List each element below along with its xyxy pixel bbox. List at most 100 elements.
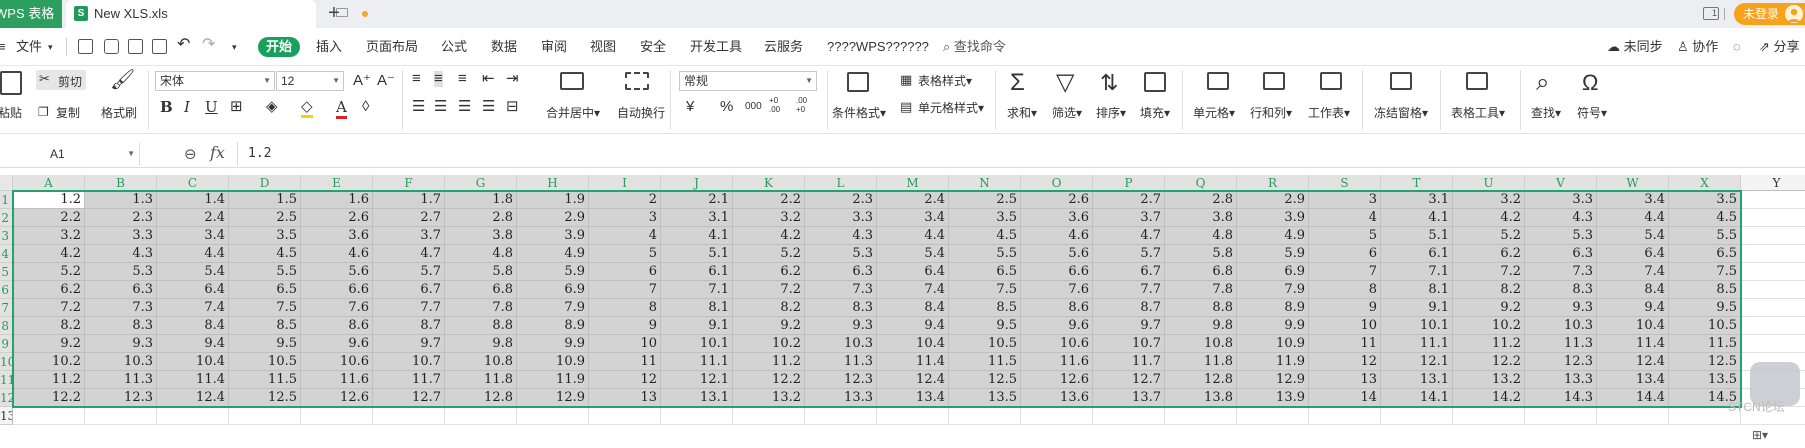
save-icon[interactable] [78, 39, 93, 54]
table-cell[interactable]: 6.7 [373, 281, 445, 299]
table-cell[interactable]: 6.5 [1669, 245, 1741, 263]
fill-pattern-icon[interactable]: ◈ [266, 99, 278, 115]
table-cell[interactable]: 10.2 [1453, 317, 1525, 335]
table-cell[interactable]: 7.1 [1381, 263, 1453, 281]
table-cell[interactable]: 5.3 [85, 263, 157, 281]
tab-home[interactable]: 开始 [258, 37, 301, 57]
table-cell[interactable]: 3.3 [85, 227, 157, 245]
increase-decimal-icon[interactable]: +0 .00 [769, 96, 791, 114]
row-header[interactable]: 5 [0, 263, 13, 281]
table-cell[interactable]: 3.3 [1525, 191, 1597, 209]
row-header[interactable]: 9 [0, 335, 13, 353]
table-cell[interactable]: 2.9 [517, 209, 589, 227]
table-style-button[interactable]: 表格样式▾ [918, 72, 972, 89]
column-header[interactable]: F [373, 175, 445, 191]
table-cell[interactable]: 7.9 [1237, 281, 1309, 299]
table-cell[interactable]: 8.1 [1381, 281, 1453, 299]
filter-icon[interactable]: ▽ [1056, 70, 1074, 96]
table-tools-button[interactable]: 表格工具▾ [1451, 104, 1505, 121]
table-cell[interactable]: 9.6 [301, 335, 373, 353]
table-cell[interactable]: 9.4 [877, 317, 949, 335]
sort-button[interactable]: 排序▾ [1096, 104, 1126, 121]
empty-cell[interactable] [157, 407, 229, 425]
table-cell[interactable]: 7.3 [85, 299, 157, 317]
symbol-icon[interactable]: Ω [1582, 70, 1598, 96]
zoom-icon[interactable]: ⊖ [184, 145, 197, 163]
table-cell[interactable]: 5.3 [805, 245, 877, 263]
table-cell[interactable]: 1.6 [301, 191, 373, 209]
table-cell[interactable]: 12.9 [1237, 371, 1309, 389]
table-cell[interactable]: 11.3 [1525, 335, 1597, 353]
column-header[interactable]: C [157, 175, 229, 191]
table-cell[interactable]: 2.2 [733, 191, 805, 209]
bold-icon[interactable]: B [160, 99, 173, 115]
conditional-format-icon[interactable] [847, 72, 869, 92]
table-cell[interactable]: 5.1 [661, 245, 733, 263]
table-cell[interactable]: 5.4 [877, 245, 949, 263]
table-cell[interactable]: 7.9 [517, 299, 589, 317]
align-left-icon[interactable]: ☰ [412, 99, 425, 115]
column-header[interactable]: H [517, 175, 589, 191]
empty-cell[interactable] [445, 407, 517, 425]
table-cell[interactable]: 11 [589, 353, 661, 371]
column-header[interactable]: T [1381, 175, 1453, 191]
empty-cell[interactable] [1093, 407, 1165, 425]
table-cell[interactable]: 13.7 [1093, 389, 1165, 407]
row-col-button[interactable]: 行和列▾ [1250, 104, 1292, 121]
table-cell[interactable]: 11.6 [1021, 353, 1093, 371]
table-cell[interactable]: 2.1 [661, 191, 733, 209]
table-cell[interactable]: 13.3 [1525, 371, 1597, 389]
table-cell[interactable]: 9 [1309, 299, 1381, 317]
table-cell[interactable]: 8.9 [1237, 299, 1309, 317]
table-cell[interactable]: 5.5 [229, 263, 301, 281]
table-cell[interactable]: 5.8 [445, 263, 517, 281]
row-col-icon[interactable] [1263, 72, 1285, 90]
table-cell[interactable]: 4.3 [85, 245, 157, 263]
table-cell[interactable]: 8.3 [1525, 281, 1597, 299]
sum-button[interactable]: 求和▾ [1007, 104, 1037, 121]
table-cell[interactable]: 2.6 [1021, 191, 1093, 209]
table-cell[interactable]: 9.9 [517, 335, 589, 353]
underline-icon[interactable]: U [205, 99, 218, 115]
column-header[interactable]: N [949, 175, 1021, 191]
table-cell[interactable]: 5.6 [301, 263, 373, 281]
table-cell[interactable]: 6.2 [13, 281, 85, 299]
table-cell[interactable]: 3.1 [1381, 191, 1453, 209]
table-cell[interactable]: 6.9 [517, 281, 589, 299]
column-header[interactable]: X [1669, 175, 1741, 191]
table-cell[interactable]: 11.5 [229, 371, 301, 389]
table-cell[interactable]: 1.4 [157, 191, 229, 209]
table-cell[interactable]: 6.4 [157, 281, 229, 299]
table-cell[interactable]: 8.7 [1093, 299, 1165, 317]
table-cell[interactable]: 5.7 [373, 263, 445, 281]
table-cell[interactable]: 12.2 [1453, 353, 1525, 371]
table-cell[interactable]: 6.3 [1525, 245, 1597, 263]
table-cell[interactable]: 8.4 [157, 317, 229, 335]
table-cell[interactable]: 4.1 [661, 227, 733, 245]
table-cell[interactable]: 11.5 [1669, 335, 1741, 353]
table-cell[interactable]: 11.2 [1453, 335, 1525, 353]
tab-review[interactable]: 审阅 [541, 37, 567, 57]
copy-icon[interactable]: ❐ [38, 104, 49, 120]
table-cell[interactable]: 9.2 [1453, 299, 1525, 317]
table-cell[interactable]: 2.2 [13, 209, 85, 227]
table-cell[interactable]: 3.9 [1237, 209, 1309, 227]
table-cell[interactable]: 12.5 [229, 389, 301, 407]
table-cell[interactable]: 13.5 [1669, 371, 1741, 389]
table-cell[interactable]: 2.5 [229, 209, 301, 227]
table-cell[interactable]: 9.7 [1093, 317, 1165, 335]
table-cell[interactable]: 10.1 [1381, 317, 1453, 335]
table-cell[interactable]: 10 [1309, 317, 1381, 335]
table-cell[interactable]: 10.6 [1021, 335, 1093, 353]
table-cell[interactable]: 2.4 [877, 191, 949, 209]
formula-input[interactable]: 1.2 [237, 142, 1805, 166]
table-cell[interactable]: 11.8 [1165, 353, 1237, 371]
table-cell[interactable]: 7.8 [445, 299, 517, 317]
table-cell[interactable]: 10.2 [733, 335, 805, 353]
table-cell[interactable]: 8.6 [301, 317, 373, 335]
table-cell[interactable]: 5.7 [1093, 245, 1165, 263]
table-cell[interactable]: 4.6 [301, 245, 373, 263]
table-cell[interactable]: 11.4 [157, 371, 229, 389]
indent-decrease-icon[interactable]: ⇤ [482, 71, 495, 87]
table-cell[interactable]: 8.2 [733, 299, 805, 317]
